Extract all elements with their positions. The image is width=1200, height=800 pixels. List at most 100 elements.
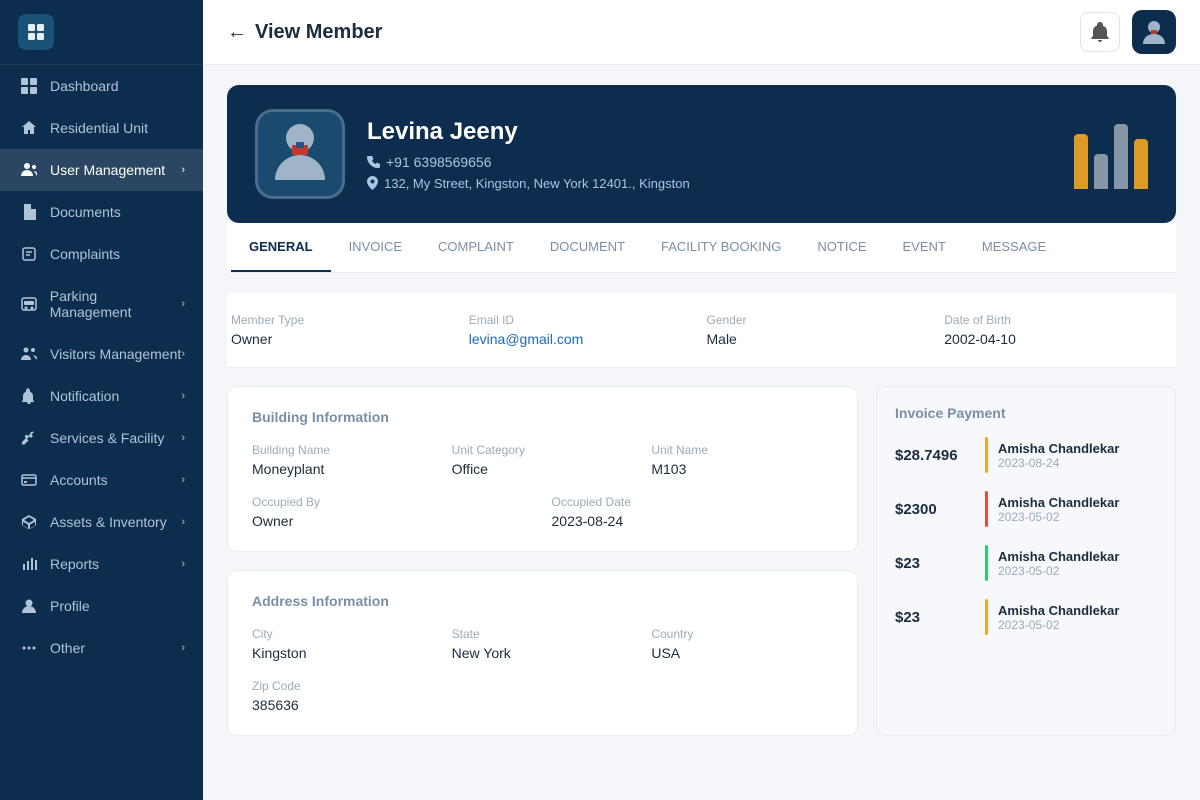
member-address: 132, My Street, Kingston, New York 12401… — [367, 176, 1074, 191]
sidebar-item-label: Dashboard — [50, 78, 119, 94]
invoice-item-4: $23 Amisha Chandlekar 2023-05-02 — [895, 599, 1157, 635]
tab-event[interactable]: EVENT — [885, 223, 964, 272]
member-phone-number: +91 6398569656 — [386, 154, 492, 170]
zip-label: Zip Code — [252, 679, 833, 693]
invoice-item-1: $28.7496 Amisha Chandlekar 2023-08-24 — [895, 437, 1157, 473]
documents-icon — [18, 204, 40, 220]
sidebar-item-accounts[interactable]: Accounts › — [0, 459, 203, 501]
occupied-date-label: Occupied Date — [552, 495, 834, 509]
invoice-name-3: Amisha Chandlekar — [998, 549, 1119, 564]
sidebar-item-label: Visitors Management — [50, 346, 181, 362]
profile-icon — [18, 598, 40, 614]
back-arrow-icon: ← — [227, 21, 247, 44]
building-name-field: Building Name Moneyplant — [252, 443, 434, 477]
occupied-by-value: Owner — [252, 513, 534, 529]
chevron-right-icon: › — [181, 348, 185, 360]
sidebar-item-label: Accounts — [50, 472, 108, 488]
main-content: ← View Member — [203, 0, 1200, 800]
member-type-label: Member Type — [231, 313, 459, 327]
unit-category-field: Unit Category Office — [452, 443, 634, 477]
invoice-name-1: Amisha Chandlekar — [998, 441, 1119, 456]
address-grid-top: City Kingston State New York Country USA — [252, 627, 833, 661]
sidebar-logo — [0, 0, 203, 65]
dashboard-icon — [18, 78, 40, 94]
tabs-row: GENERAL INVOICE COMPLAINT DOCUMENT FACIL… — [227, 223, 1176, 273]
invoice-amount-4: $23 — [895, 609, 975, 626]
invoice-item-2: $2300 Amisha Chandlekar 2023-05-02 — [895, 491, 1157, 527]
sidebar-item-other[interactable]: Other › — [0, 627, 203, 669]
dob-label: Date of Birth — [944, 313, 1172, 327]
invoice-bar-1 — [985, 437, 988, 473]
sidebar-item-label: Assets & Inventory — [50, 514, 167, 530]
email-field: Email ID levina@gmail.com — [469, 313, 697, 347]
tab-invoice[interactable]: INVOICE — [331, 223, 420, 272]
email-label: Email ID — [469, 313, 697, 327]
sidebar-item-reports[interactable]: Reports › — [0, 543, 203, 585]
invoice-bar-2 — [985, 491, 988, 527]
services-icon — [18, 430, 40, 446]
dob-field: Date of Birth 2002-04-10 — [944, 313, 1172, 347]
sidebar-item-assets-inventory[interactable]: Assets & Inventory › — [0, 501, 203, 543]
other-icon — [18, 640, 40, 656]
state-label: State — [452, 627, 634, 641]
content-area: Levina Jeeny +91 6398569656 132, My Stre… — [203, 65, 1200, 800]
address-card-title: Address Information — [252, 593, 833, 609]
sidebar-item-residential-unit[interactable]: Residential Unit — [0, 107, 203, 149]
sidebar-item-label: Residential Unit — [50, 120, 148, 136]
dob-value: 2002-04-10 — [944, 331, 1172, 347]
page-title: View Member — [255, 21, 382, 44]
user-avatar-button[interactable] — [1132, 10, 1176, 54]
invoice-date-3: 2023-05-02 — [998, 564, 1119, 578]
chevron-right-icon: › — [181, 390, 185, 402]
address-info-card: Address Information City Kingston State … — [227, 570, 858, 736]
user-management-icon — [18, 162, 40, 178]
invoice-info-2: Amisha Chandlekar 2023-05-02 — [998, 495, 1119, 524]
invoice-date-2: 2023-05-02 — [998, 510, 1119, 524]
notification-button[interactable] — [1080, 12, 1120, 52]
sidebar-item-label: Other — [50, 640, 85, 656]
invoice-amount-2: $2300 — [895, 501, 975, 518]
sidebar-item-label: Services & Facility — [50, 430, 164, 446]
unit-name-label: Unit Name — [651, 443, 833, 457]
sidebar-item-parking-management[interactable]: Parking Management › — [0, 275, 203, 333]
invoice-info-4: Amisha Chandlekar 2023-05-02 — [998, 603, 1119, 632]
sidebar-item-notification[interactable]: Notification › — [0, 375, 203, 417]
country-value: USA — [651, 645, 833, 661]
sidebar-item-dashboard[interactable]: Dashboard — [0, 65, 203, 107]
tab-general[interactable]: GENERAL — [231, 223, 331, 272]
building-grid-bottom: Occupied By Owner Occupied Date 2023-08-… — [252, 495, 833, 529]
sidebar-item-complaints[interactable]: Complaints — [0, 233, 203, 275]
city-value: Kingston — [252, 645, 434, 661]
sidebar-item-services-facility[interactable]: Services & Facility › — [0, 417, 203, 459]
bar-1 — [1074, 134, 1088, 189]
header-actions — [1080, 10, 1176, 54]
invoice-name-2: Amisha Chandlekar — [998, 495, 1119, 510]
invoice-amount-1: $28.7496 — [895, 447, 975, 464]
sidebar: Dashboard Residential Unit User Manageme… — [0, 0, 203, 800]
chevron-right-icon: › — [181, 164, 185, 176]
tab-complaint[interactable]: COMPLAINT — [420, 223, 532, 272]
tab-notice[interactable]: NOTICE — [799, 223, 884, 272]
sidebar-item-label: Parking Management — [50, 288, 182, 320]
invoice-date-4: 2023-05-02 — [998, 618, 1119, 632]
bar-4 — [1134, 139, 1148, 189]
tab-message[interactable]: MESSAGE — [964, 223, 1064, 272]
sidebar-item-user-management[interactable]: User Management › — [0, 149, 203, 191]
chevron-right-icon: › — [181, 642, 185, 654]
chevron-right-icon: › — [181, 298, 185, 310]
invoice-bar-3 — [985, 545, 988, 581]
profile-banner: Levina Jeeny +91 6398569656 132, My Stre… — [227, 85, 1176, 223]
sidebar-item-visitors-management[interactable]: Visitors Management › — [0, 333, 203, 375]
tab-document[interactable]: DOCUMENT — [532, 223, 643, 272]
invoice-item-3: $23 Amisha Chandlekar 2023-05-02 — [895, 545, 1157, 581]
occupied-by-label: Occupied By — [252, 495, 534, 509]
email-value: levina@gmail.com — [469, 331, 697, 347]
back-button[interactable]: ← View Member — [227, 21, 382, 44]
member-address-text: 132, My Street, Kingston, New York 12401… — [384, 176, 690, 191]
sidebar-item-profile[interactable]: Profile — [0, 585, 203, 627]
zip-code-field: Zip Code 385636 — [252, 679, 833, 713]
tab-facility-booking[interactable]: FACILITY BOOKING — [643, 223, 799, 272]
building-info-card: Building Information Building Name Money… — [227, 386, 858, 552]
left-column: Building Information Building Name Money… — [227, 386, 858, 736]
sidebar-item-documents[interactable]: Documents — [0, 191, 203, 233]
